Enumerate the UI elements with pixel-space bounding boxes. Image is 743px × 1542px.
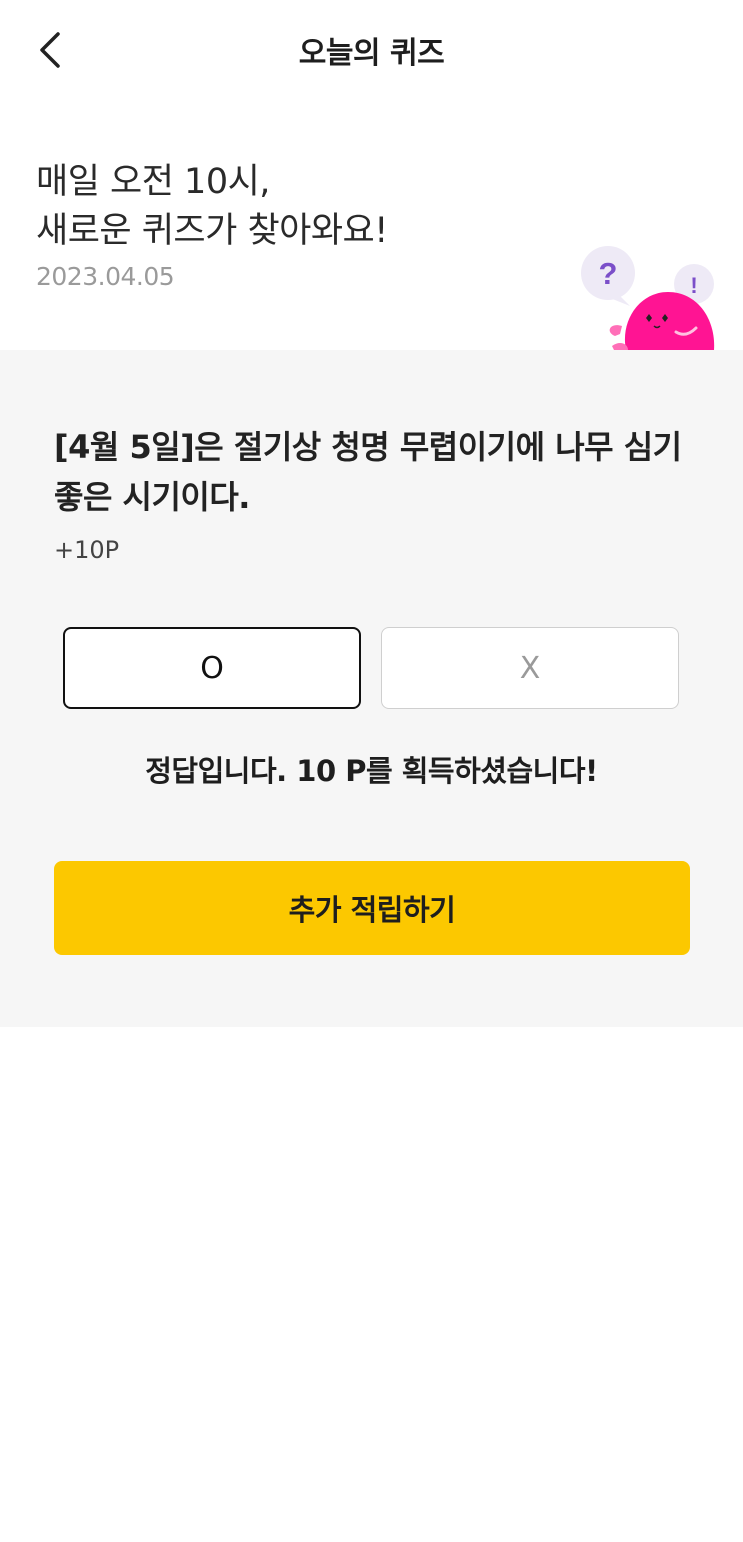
quiz-date: 2023.04.05 <box>36 262 175 291</box>
intro-line-2: 새로운 퀴즈가 찾아와요! <box>36 211 388 251</box>
page-title: 오늘의 퀴즈 <box>298 36 445 71</box>
answer-o-button[interactable]: O <box>63 627 361 709</box>
header: 오늘의 퀴즈 <box>0 0 743 100</box>
quiz-panel: [4월 5일]은 절기상 청명 무렵이기에 나무 심기 좋은 시기이다. +10… <box>0 350 743 1027</box>
quiz-points: +10P <box>54 536 120 564</box>
result-message: 정답입니다. 10 P를 획득하셨습니다! <box>145 754 598 788</box>
intro-section: 매일 오전 10시, 새로운 퀴즈가 찾아와요! 2023.04.05 <box>36 158 388 291</box>
earn-more-button[interactable]: 추가 적립하기 <box>54 861 690 955</box>
mascot-illustration: ? ! <box>581 246 715 350</box>
answer-x-button[interactable]: X <box>381 627 679 709</box>
exclamation-mark: ! <box>690 273 697 298</box>
intro-line-1: 매일 오전 10시, <box>36 162 270 202</box>
quiz-question: [4월 5일]은 절기상 청명 무렵이기에 나무 심기 좋은 시기이다. <box>54 428 682 516</box>
question-mark: ? <box>599 256 618 291</box>
